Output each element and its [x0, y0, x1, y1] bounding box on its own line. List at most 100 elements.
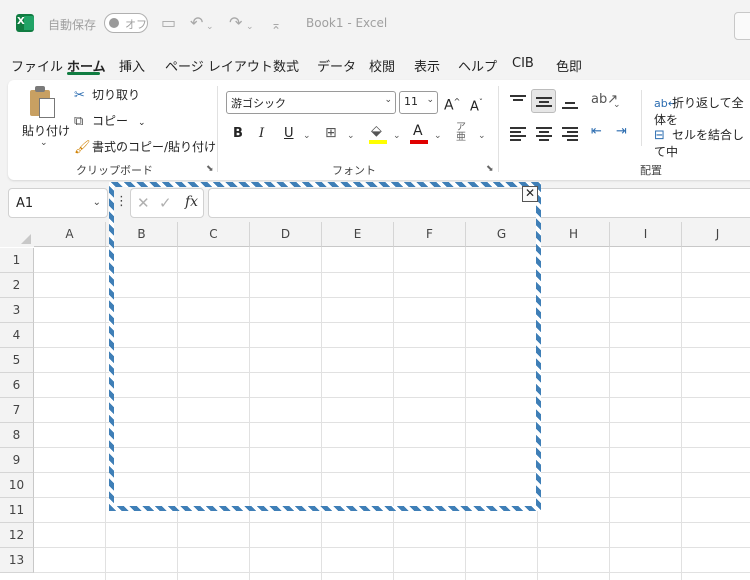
tab-help[interactable]: ヘルプ — [458, 56, 497, 75]
copy-button[interactable]: ⧉ コピー ⌄ — [74, 112, 146, 129]
phonetic-icon[interactable]: ア亜 — [456, 123, 466, 143]
row-header-12[interactable]: 12 — [0, 523, 34, 548]
name-box-value: A1 — [16, 196, 34, 211]
customize-qat-icon[interactable]: ⌅ — [271, 16, 281, 34]
tab-cib[interactable]: CIB — [512, 56, 534, 71]
wrap-text-icon: ab↵ — [654, 97, 677, 110]
row-header-3[interactable]: 3 — [0, 298, 34, 323]
row-header-4[interactable]: 4 — [0, 323, 34, 348]
orientation-dropdown-icon[interactable]: ⌄ — [613, 97, 621, 113]
font-color-icon[interactable]: A — [413, 123, 423, 139]
increase-indent-icon[interactable]: ⇥ — [616, 124, 627, 140]
autosave-label: 自動保存 — [48, 18, 97, 32]
search-box[interactable] — [734, 12, 750, 40]
align-right-icon[interactable] — [562, 127, 578, 141]
paste-dropdown-icon[interactable]: ⌄ — [40, 138, 48, 148]
tab-review[interactable]: 校閲 — [369, 56, 395, 75]
grid-line — [34, 522, 750, 523]
underline-button[interactable]: U — [284, 126, 294, 142]
group-separator — [641, 90, 642, 146]
document-title: Book1 - Excel — [306, 16, 388, 30]
decrease-font-size-icon[interactable]: Aˇ — [470, 95, 483, 115]
font-color-dropdown-icon[interactable]: ⌄ — [434, 128, 442, 144]
name-box[interactable]: A1 ⌄ — [8, 188, 108, 218]
format-painter-label: 書式のコピー/貼り付け — [92, 140, 217, 154]
bold-button[interactable]: B — [233, 126, 243, 142]
borders-dropdown-icon[interactable]: ⌄ — [347, 128, 355, 144]
font-size-value: 11 — [404, 95, 418, 108]
increase-font-size-icon[interactable]: A^ — [444, 94, 460, 114]
undo-icon[interactable]: ↶ — [190, 14, 203, 32]
wrap-text-button[interactable]: ab↵折り返して全体を — [654, 94, 750, 128]
tab-file[interactable]: ファイル — [11, 56, 63, 75]
row-header-11[interactable]: 11 — [0, 498, 34, 523]
autosave-toggle[interactable]: オフ — [104, 13, 148, 33]
format-painter-button[interactable]: 🖌書式のコピー/貼り付け — [74, 138, 216, 155]
row-header-8[interactable]: 8 — [0, 423, 34, 448]
paste-icon[interactable] — [30, 86, 56, 118]
paste-button[interactable]: 貼り付け — [22, 122, 70, 139]
tab-color[interactable]: 色即 — [556, 56, 582, 75]
tab-formulas[interactable]: 数式 — [273, 56, 299, 75]
underline-dropdown-icon[interactable]: ⌄ — [303, 128, 311, 144]
row-header-7[interactable]: 7 — [0, 398, 34, 423]
chevron-down-icon: ⌄ — [426, 95, 434, 105]
active-tab-indicator — [67, 72, 100, 75]
excel-logo-icon: X — [16, 14, 34, 32]
redo-dropdown-icon[interactable]: ⌄ — [246, 18, 254, 36]
format-painter-icon: 🖌 — [74, 140, 91, 155]
scissors-icon: ✂ — [74, 88, 85, 103]
column-header-i[interactable]: I — [610, 222, 682, 247]
font-group-label: フォント — [332, 164, 376, 177]
grid-line — [34, 572, 750, 573]
font-name-select[interactable]: 游ゴシック ⌄ — [226, 91, 396, 114]
align-bottom-icon[interactable] — [562, 97, 578, 109]
column-header-j[interactable]: J — [682, 222, 750, 247]
decrease-indent-icon[interactable]: ⇤ — [591, 124, 602, 140]
row-header-5[interactable]: 5 — [0, 348, 34, 373]
borders-icon[interactable]: ⊞ — [325, 125, 337, 141]
select-all-corner[interactable] — [0, 222, 34, 247]
tab-page-layout[interactable]: ページ レイアウト — [165, 56, 273, 75]
font-launcher-icon[interactable]: ⬊ — [486, 164, 494, 174]
menu-bar: ファイル ホーム 挿入 ページ レイアウト 数式 データ 校閲 表示 ヘルプ C… — [0, 52, 750, 76]
font-size-select[interactable]: 11 ⌄ — [399, 91, 438, 114]
italic-button[interactable]: I — [259, 126, 264, 142]
toggle-knob — [109, 18, 119, 28]
close-icon[interactable]: ✕ — [522, 186, 538, 202]
row-header-1[interactable]: 1 — [0, 248, 34, 273]
tab-data[interactable]: データ — [317, 56, 356, 75]
alignment-group-label: 配置 — [640, 164, 662, 177]
copy-dropdown-icon[interactable]: ⌄ — [138, 118, 146, 128]
fill-color-icon[interactable]: ⬙ — [371, 123, 382, 139]
undo-dropdown-icon[interactable]: ⌄ — [206, 18, 214, 36]
clipboard-launcher-icon[interactable]: ⬊ — [206, 164, 214, 174]
row-header-9[interactable]: 9 — [0, 448, 34, 473]
cut-label: 切り取り — [92, 88, 141, 102]
chevron-down-icon: ⌄ — [384, 95, 392, 105]
cut-button[interactable]: ✂ 切り取り — [74, 86, 140, 103]
row-header-2[interactable]: 2 — [0, 273, 34, 298]
fill-color-swatch — [369, 140, 387, 144]
column-header-a[interactable]: A — [34, 222, 106, 247]
align-left-icon[interactable] — [510, 127, 526, 141]
align-middle-icon — [536, 95, 552, 107]
chevron-down-icon: ⌄ — [92, 197, 101, 208]
save-icon[interactable]: ▭ — [161, 14, 176, 32]
align-top-icon[interactable] — [510, 94, 526, 106]
row-header-10[interactable]: 10 — [0, 473, 34, 498]
column-header-h[interactable]: H — [538, 222, 610, 247]
dashed-selection-window[interactable] — [109, 182, 541, 511]
tab-insert[interactable]: 挿入 — [119, 56, 145, 75]
row-header-6[interactable]: 6 — [0, 373, 34, 398]
toggle-text: オフ — [125, 18, 147, 31]
row-header-13[interactable]: 13 — [0, 548, 34, 573]
phonetic-dropdown-icon[interactable]: ⌄ — [478, 128, 486, 144]
copy-label: コピー — [92, 114, 129, 128]
align-center-icon[interactable] — [536, 127, 552, 141]
font-color-swatch — [410, 140, 428, 144]
fill-color-dropdown-icon[interactable]: ⌄ — [393, 128, 401, 144]
tab-view[interactable]: 表示 — [414, 56, 440, 75]
merge-center-button[interactable]: ⊟ セルを結合して中 — [654, 126, 750, 160]
redo-icon[interactable]: ↷ — [229, 14, 242, 32]
